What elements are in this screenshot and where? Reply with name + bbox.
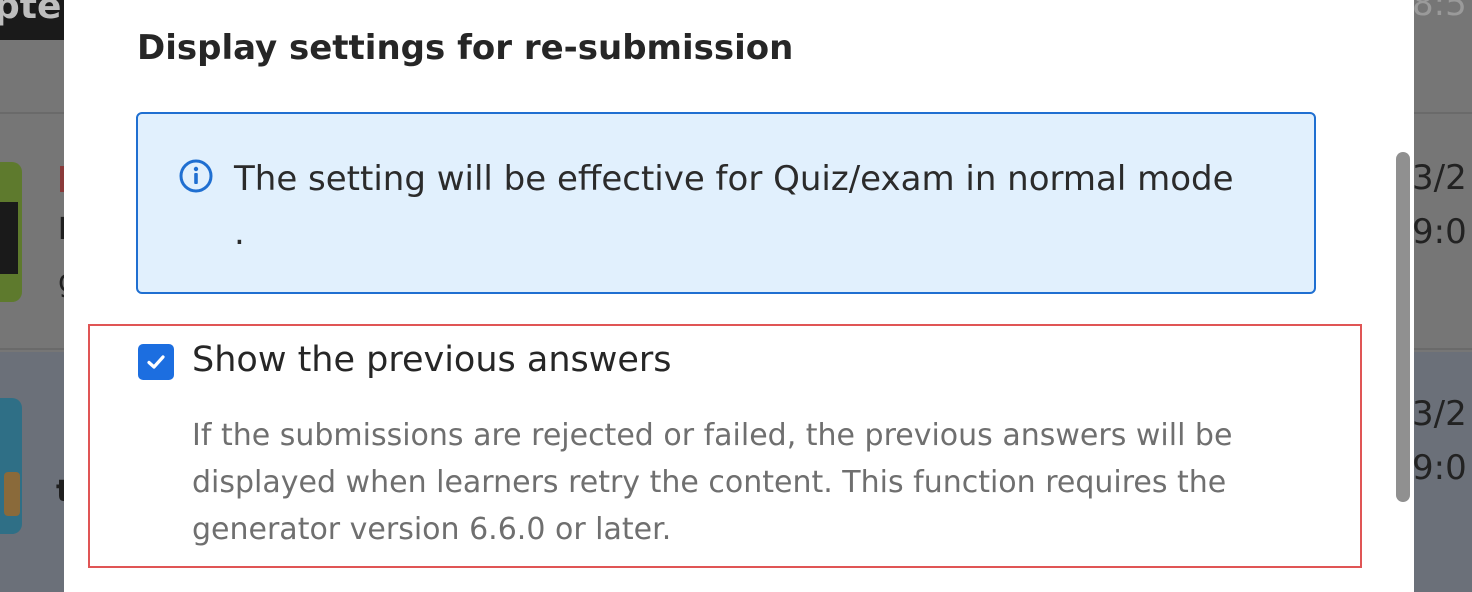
info-circle-icon (179, 159, 213, 193)
scrollbar-track (1414, 0, 1472, 592)
checkmark-icon (147, 355, 165, 369)
background-thumbnail (0, 398, 22, 534)
info-notice-text: The setting will be effective for Quiz/e… (234, 159, 1234, 253)
background-topbar: pte (0, 0, 70, 40)
info-notice: The setting will be effective for Quiz/e… (136, 112, 1316, 294)
resubmission-settings-modal: Display settings for re-submission The s… (64, 0, 1414, 592)
scrollbar-thumb[interactable] (1396, 152, 1410, 502)
background-topbar-text: pte (0, 0, 62, 27)
show-previous-answers-description: If the submissions are rejected or faile… (192, 418, 1233, 547)
show-previous-answers-option: Show the previous answers If the submiss… (88, 324, 1362, 568)
modal-title: Display settings for re-submission (137, 28, 794, 68)
show-previous-answers-checkbox[interactable] (138, 344, 174, 380)
background-thumbnail (0, 162, 22, 302)
show-previous-answers-label[interactable]: Show the previous answers (192, 340, 672, 380)
